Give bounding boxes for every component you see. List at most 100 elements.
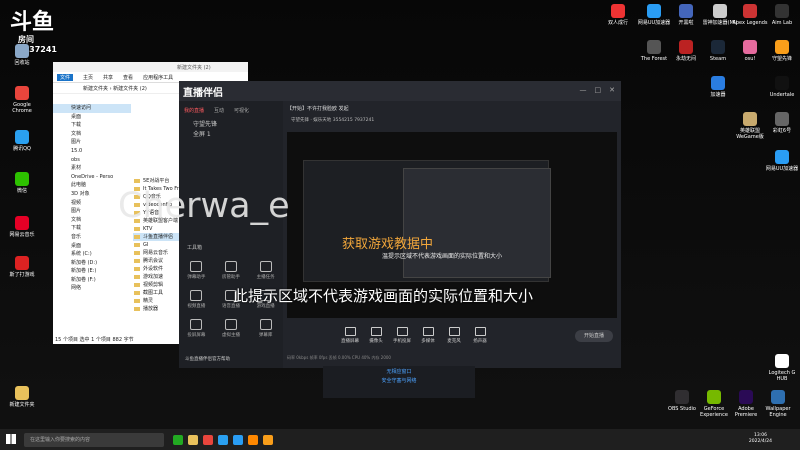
preview-control-button[interactable]: 麦克风 xyxy=(441,326,467,344)
app-icon xyxy=(711,40,725,54)
tool-button[interactable]: 弹幕库 xyxy=(248,319,283,338)
explorer-status: 15 个项目 选中 1 个项目 882 字节 xyxy=(55,337,134,343)
tool-button[interactable]: 弹幕助手 xyxy=(179,261,214,280)
taskbar-app-icon[interactable] xyxy=(218,434,228,445)
preview-control-button[interactable]: 多媒体 xyxy=(415,326,441,344)
app-icon xyxy=(775,76,789,90)
taskbar-apps xyxy=(168,434,273,445)
desktop-icon[interactable]: 腾讯QQ xyxy=(4,130,40,152)
preview-control-button[interactable]: 扬声器 xyxy=(467,326,493,344)
desktop-icon[interactable]: Logitech G HUB xyxy=(764,354,800,382)
tool-button[interactable]: 视频直播 xyxy=(179,290,214,309)
tool-button[interactable]: 主播任务 xyxy=(248,261,283,280)
stream-title[interactable]: 【开始】不许打我脸欧 发起 xyxy=(287,105,349,112)
explorer-titlebar[interactable]: 新建文件夹 (2) xyxy=(53,62,248,72)
taskbar-app-icon[interactable] xyxy=(233,434,243,445)
background-line-1[interactable]: 无相应窗口 xyxy=(323,368,475,375)
desktop-icon[interactable]: 微信 xyxy=(4,172,40,194)
desktop-icon[interactable]: Apex Legends xyxy=(732,4,768,26)
close-icon[interactable]: ✕ xyxy=(609,86,615,94)
nav-item[interactable]: 新加卷 (F:) xyxy=(53,276,131,285)
taskbar-search-input[interactable]: 在这里输入你要搜索的内容 xyxy=(24,432,164,447)
desktop-icon[interactable]: Wallpaper Engine xyxy=(760,390,796,418)
taskbar-clock[interactable]: 13:06 2022/4/24 xyxy=(749,433,772,445)
desktop-icon[interactable]: 彩虹6号 xyxy=(764,112,800,134)
desktop-icon[interactable]: GeForce Experience xyxy=(696,390,732,418)
tool-label: 房管助手 xyxy=(221,275,240,280)
tab-interact[interactable]: 互动 xyxy=(214,107,224,114)
desktop-icon-label: 回收站 xyxy=(14,60,30,66)
preview-control-button[interactable]: 摄像头 xyxy=(363,326,389,344)
windows-start-icon[interactable] xyxy=(6,434,16,444)
ribbon-tab-app-tools[interactable]: 应用程序工具 xyxy=(143,74,173,81)
scene-item[interactable]: 守望先锋 xyxy=(179,120,283,130)
nav-item[interactable]: 快速访问 xyxy=(53,104,131,113)
desktop-icon-label: 新建文件夹 xyxy=(9,402,35,408)
preview-control-button[interactable]: 直播屏幕 xyxy=(337,326,363,344)
nav-item[interactable]: 系统 (C:) xyxy=(53,250,131,259)
app-titlebar[interactable]: 直播伴侣 — □ ✕ xyxy=(179,81,621,101)
taskbar-app-icon[interactable] xyxy=(203,434,213,445)
overlay-subtitle: 此提示区域不代表游戏画面的实际位置和大小 xyxy=(233,287,534,305)
nav-item[interactable]: 素材 xyxy=(53,164,131,173)
desktop-icon-label: Adobe Premiere xyxy=(734,406,758,418)
taskbar-app-icon[interactable] xyxy=(263,434,273,445)
background-line-2[interactable]: 安全守塞与网络 xyxy=(323,377,475,384)
desktop-icon[interactable]: 斯了打游戏 xyxy=(4,256,40,278)
clock-date: 2022/4/24 xyxy=(748,439,772,444)
desktop-icon[interactable]: 永劫无间 xyxy=(668,40,704,62)
nav-item[interactable]: 新加卷 (E:) xyxy=(53,267,131,276)
desktop-icon[interactable]: 守望先锋 xyxy=(764,40,800,62)
nav-item[interactable]: obs xyxy=(53,156,131,165)
taskbar-app-icon[interactable] xyxy=(188,434,198,445)
nav-item[interactable]: 音乐 xyxy=(53,233,131,242)
ribbon-tab-view[interactable]: 查看 xyxy=(123,74,133,81)
desktop-icon[interactable]: 双人成行 xyxy=(600,4,636,26)
nav-item[interactable]: 桌面 xyxy=(53,113,131,122)
start-live-button[interactable]: 开始直播 xyxy=(575,330,613,342)
ribbon-tab-home[interactable]: 主页 xyxy=(83,74,93,81)
maximize-icon[interactable]: □ xyxy=(595,86,602,94)
nav-item[interactable]: 下载 xyxy=(53,121,131,130)
nav-item[interactable]: 文档 xyxy=(53,130,131,139)
desktop-icon[interactable]: 新建文件夹 xyxy=(4,386,40,408)
desktop-icon[interactable]: 英雄联盟WeGame版 xyxy=(732,112,768,140)
tool-button[interactable]: 房管助手 xyxy=(214,261,249,280)
desktop-icon[interactable]: OBS Studio xyxy=(664,390,700,412)
desktop-icon[interactable]: Undertale xyxy=(764,76,800,98)
desktop-icon[interactable]: Aim Lab xyxy=(764,4,800,26)
preview-control-button[interactable]: 手机投屏 xyxy=(389,326,415,344)
nav-item[interactable]: 网络 xyxy=(53,284,131,293)
tab-my-live[interactable]: 我的直播 xyxy=(184,107,204,114)
tool-button[interactable]: 投屏屏幕 xyxy=(179,319,214,338)
nav-item[interactable]: 新加卷 (D:) xyxy=(53,259,131,268)
minimize-icon[interactable]: — xyxy=(580,86,587,94)
desktop-icon[interactable]: 网易云音乐 xyxy=(4,216,40,238)
nav-item[interactable]: 桌面 xyxy=(53,242,131,251)
desktop-icon[interactable]: Adobe Premiere xyxy=(728,390,764,418)
taskbar-app-icon[interactable] xyxy=(173,434,183,445)
desktop-icon-label: Google Chrome xyxy=(12,102,32,114)
desktop-icon[interactable]: 网易UU加速器 xyxy=(636,4,672,26)
ribbon-tab-share[interactable]: 共享 xyxy=(103,74,113,81)
desktop-icon[interactable]: Google Chrome xyxy=(4,86,40,114)
nav-item[interactable]: 15.0 xyxy=(53,147,131,156)
tool-label: 弹幕库 xyxy=(258,333,273,338)
desktop-icon[interactable]: osu! xyxy=(732,40,768,62)
taskbar-app-icon[interactable] xyxy=(248,434,258,445)
desktop-icon[interactable]: 加速器 xyxy=(700,76,736,98)
tool-button[interactable]: 虚拟主播 xyxy=(214,319,249,338)
desktop-icon[interactable]: Steam xyxy=(700,40,736,62)
desktop-icon[interactable]: 开黑啦 xyxy=(668,4,704,26)
desktop-icon[interactable]: The Forest xyxy=(636,40,672,62)
nav-item[interactable]: OneDrive - Perso xyxy=(53,173,131,182)
scene-item[interactable]: 全屏 1 xyxy=(179,130,283,140)
nav-item[interactable]: 图片 xyxy=(53,138,131,147)
desktop-icon[interactable]: 网易UU加速器 xyxy=(764,150,800,172)
sidebar-footer[interactable]: 斗鱼直播伴侣官方帮助 xyxy=(185,356,230,362)
tab-visual[interactable]: 可视化 xyxy=(234,107,249,114)
overlay-title: 获取游戏教据中 xyxy=(342,237,434,252)
app-icon xyxy=(15,256,29,270)
desktop-icon[interactable]: 回收站 xyxy=(4,44,40,66)
ribbon-tab-file[interactable]: 文件 xyxy=(57,73,74,81)
